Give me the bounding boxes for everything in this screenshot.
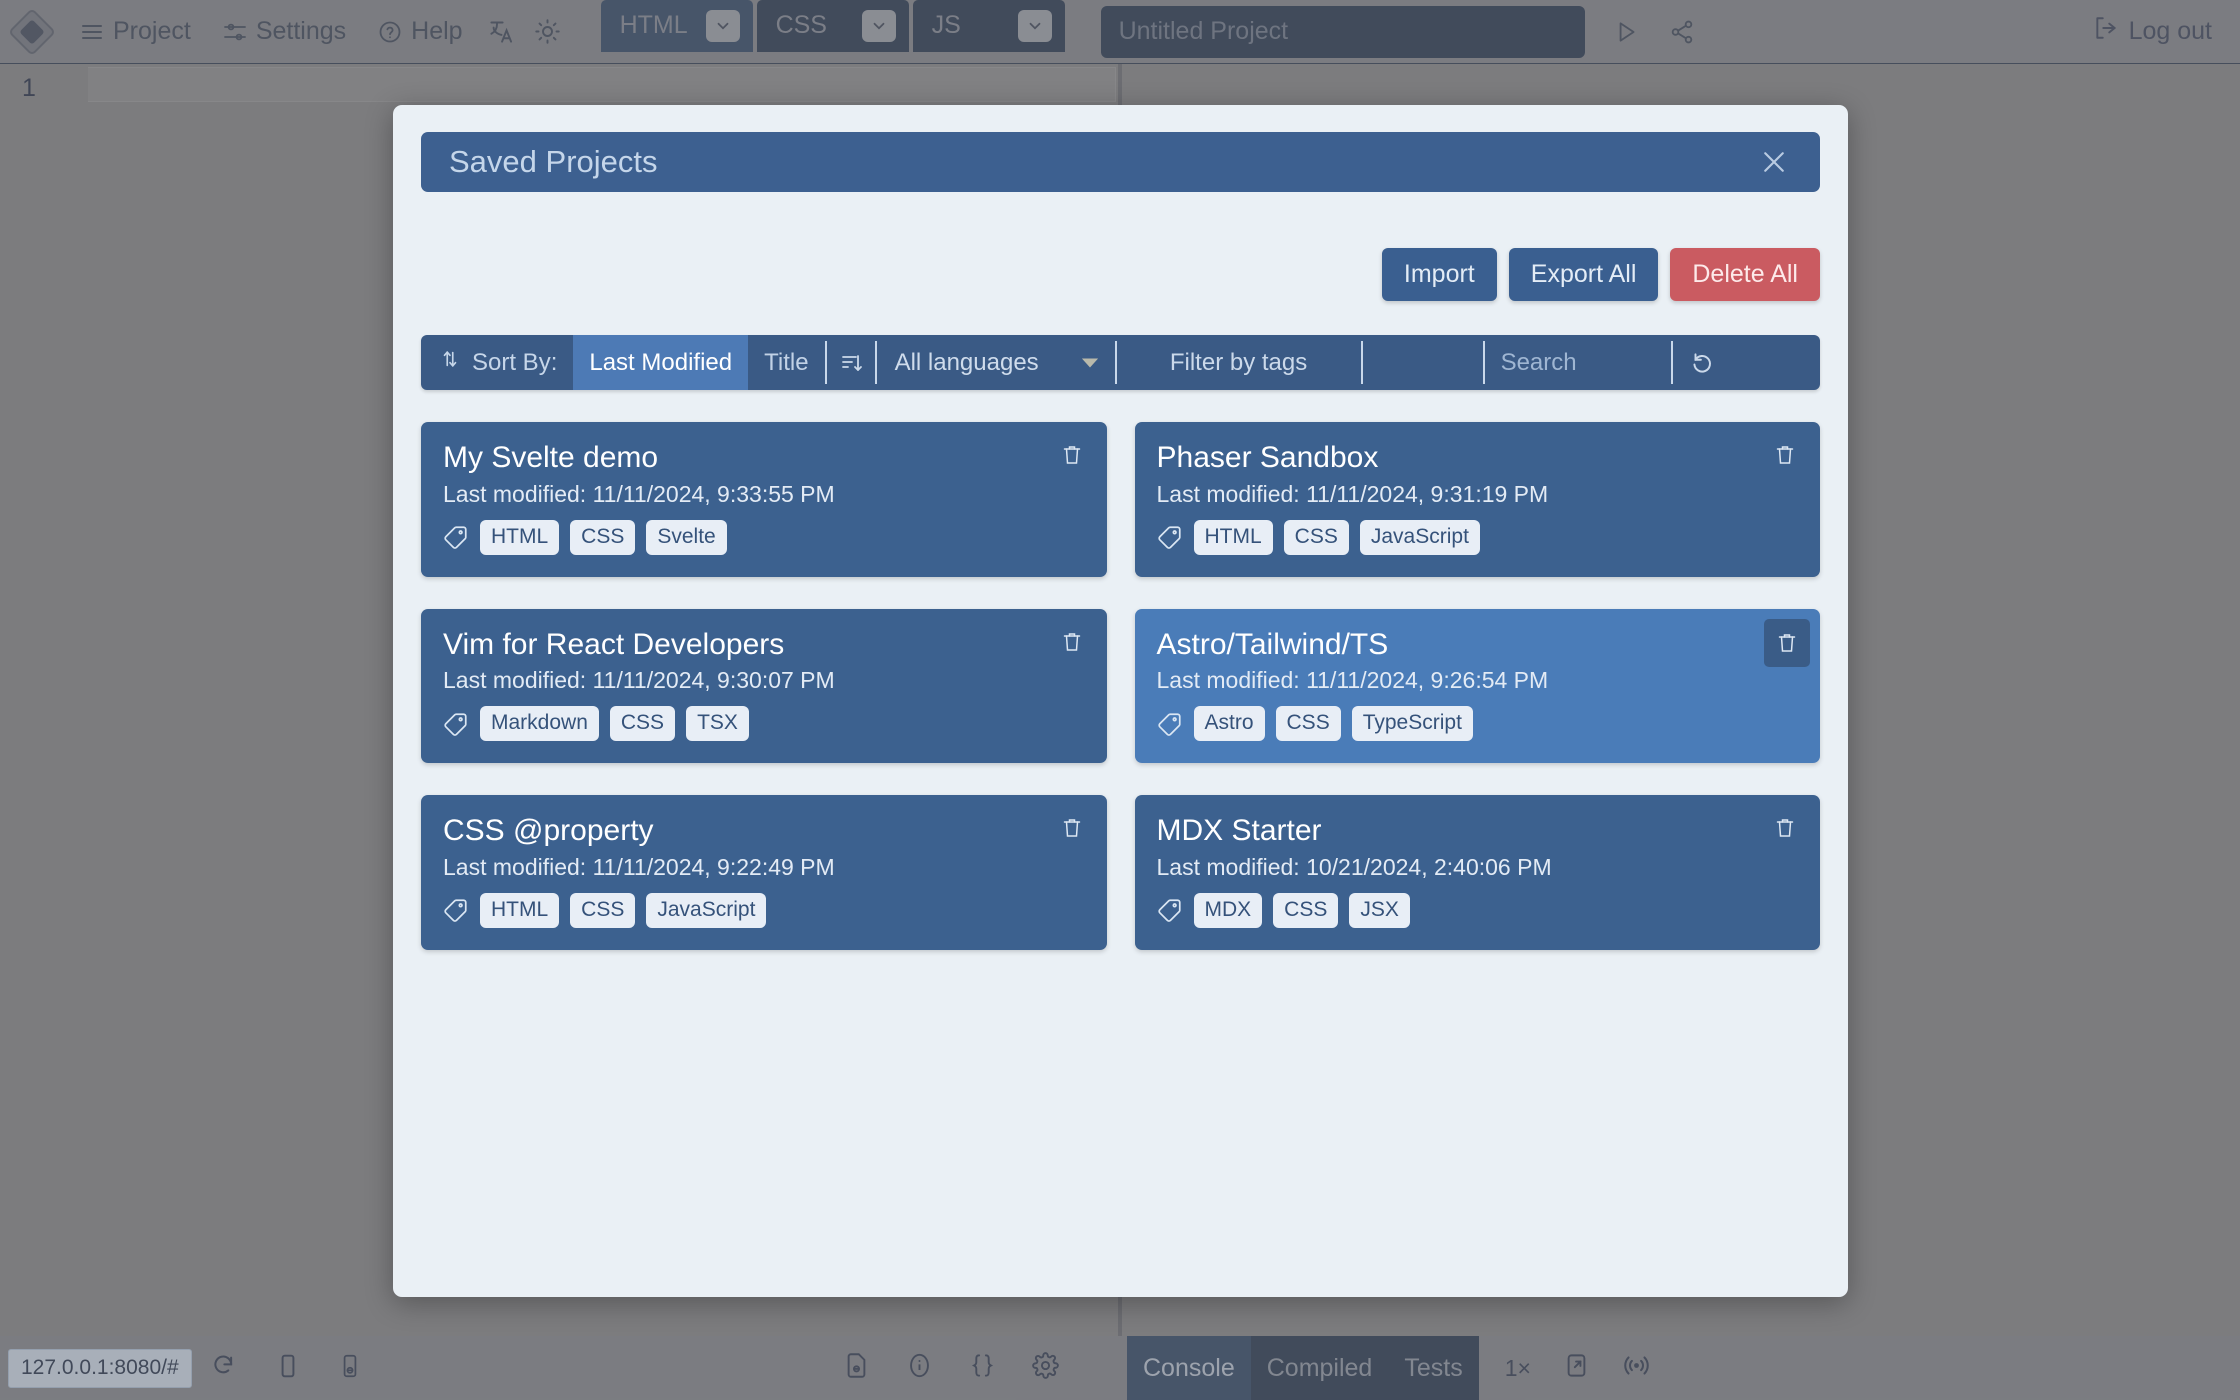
delete-project-button[interactable]	[1764, 618, 1810, 667]
project-last-modified: Last modified: 11/11/2024, 9:30:07 PM	[443, 667, 835, 694]
project-card[interactable]: My Svelte demo Last modified: 11/11/2024…	[421, 422, 1107, 577]
project-tag[interactable]: Astro	[1193, 706, 1265, 742]
project-tag[interactable]: HTML	[1193, 519, 1273, 555]
project-last-modified: Last modified: 11/11/2024, 9:31:19 PM	[1156, 480, 1549, 507]
project-tags: HTML CSS JavaScript	[443, 892, 1085, 928]
project-card[interactable]: Astro/Tailwind/TS Last modified: 11/11/2…	[1134, 608, 1820, 764]
app-root: Project Settings Help HTML CSS JS Untitl…	[0, 0, 2240, 1400]
project-tag[interactable]: JavaScript	[646, 892, 767, 928]
project-tag[interactable]: MDX	[1193, 892, 1263, 928]
close-icon[interactable]	[1752, 140, 1796, 184]
project-tags: MDX CSS JSX	[1157, 892, 1799, 928]
sort-arrows-icon	[439, 348, 461, 377]
project-tag[interactable]: CSS	[1283, 519, 1349, 555]
refresh-icon[interactable]	[1673, 335, 1731, 390]
project-tag[interactable]: JSX	[1349, 892, 1410, 928]
project-tag[interactable]: HTML	[480, 519, 560, 555]
project-tag[interactable]: JavaScript	[1359, 519, 1480, 555]
project-tag[interactable]: CSS	[570, 892, 636, 928]
project-tags: HTML CSS Svelte	[443, 519, 1085, 555]
project-title: Astro/Tailwind/TS	[1156, 627, 1389, 661]
project-tag[interactable]: CSS	[609, 706, 676, 742]
project-tag[interactable]: CSS	[1275, 706, 1341, 742]
project-card[interactable]: Phaser Sandbox Last modified: 11/11/2024…	[1134, 422, 1820, 577]
sort-option-title[interactable]: Title	[748, 335, 824, 390]
language-filter-value: All languages	[894, 348, 1039, 376]
sort-by-label: Sort By:	[472, 348, 558, 376]
search-input[interactable]: Search	[1485, 335, 1671, 390]
project-tag[interactable]: TSX	[686, 706, 749, 742]
project-tag[interactable]: Markdown	[480, 706, 599, 742]
project-tags: HTML CSS JavaScript	[1157, 519, 1799, 555]
tag-icon	[1157, 897, 1183, 923]
tags-input[interactable]	[1363, 335, 1483, 390]
delete-all-button[interactable]: Delete All	[1670, 248, 1820, 301]
project-card[interactable]: CSS @property Last modified: 11/11/2024,…	[421, 795, 1107, 950]
project-title: CSS @property	[443, 814, 654, 848]
tag-icon	[443, 524, 469, 550]
project-card[interactable]: Vim for React Developers Last modified: …	[421, 608, 1107, 764]
tag-icon	[1157, 524, 1183, 550]
project-title: Phaser Sandbox	[1156, 441, 1379, 474]
dialog-actions: Import Export All Delete All	[421, 248, 1820, 301]
tag-icon	[443, 711, 469, 737]
project-tag[interactable]: CSS	[570, 519, 636, 555]
project-tags: Markdown CSS TSX	[443, 706, 1085, 742]
sort-descending-icon[interactable]	[827, 335, 875, 390]
filter-toolbar: Sort By: Last Modified Title All languag…	[421, 335, 1820, 390]
project-title: MDX Starter	[1156, 814, 1322, 848]
delete-project-button[interactable]	[1053, 436, 1091, 474]
project-last-modified: Last modified: 10/21/2024, 2:40:06 PM	[1156, 853, 1552, 880]
project-tag[interactable]: HTML	[480, 892, 560, 928]
export-all-button[interactable]: Export All	[1508, 248, 1659, 301]
projects-grid: My Svelte demo Last modified: 11/11/2024…	[421, 422, 1820, 950]
project-last-modified: Last modified: 11/11/2024, 9:33:55 PM	[443, 480, 835, 507]
project-last-modified: Last modified: 11/11/2024, 9:22:49 PM	[443, 853, 835, 880]
dialog-title: Saved Projects	[449, 144, 658, 179]
delete-project-button[interactable]	[1766, 436, 1804, 474]
search-placeholder: Search	[1500, 348, 1577, 376]
delete-project-button[interactable]	[1766, 809, 1804, 847]
project-tag[interactable]: Svelte	[646, 519, 727, 555]
sort-by-group: Sort By:	[421, 335, 573, 390]
chevron-down-icon	[1081, 349, 1099, 377]
delete-project-button[interactable]	[1053, 809, 1091, 847]
project-tag[interactable]: CSS	[1273, 892, 1339, 928]
project-title: My Svelte demo	[443, 441, 659, 474]
delete-project-button[interactable]	[1053, 623, 1091, 661]
saved-projects-dialog: Saved Projects Import Export All Delete …	[393, 105, 1848, 1297]
project-last-modified: Last modified: 11/11/2024, 9:26:54 PM	[1156, 667, 1549, 694]
tag-icon	[1157, 711, 1183, 737]
project-card[interactable]: MDX Starter Last modified: 10/21/2024, 2…	[1134, 795, 1820, 950]
tag-icon	[443, 897, 469, 923]
dialog-header: Saved Projects	[421, 132, 1820, 192]
sort-option-last-modified[interactable]: Last Modified	[573, 335, 749, 390]
project-tags: Astro CSS TypeScript	[1157, 706, 1799, 742]
import-button[interactable]: Import	[1381, 248, 1497, 301]
project-tag[interactable]: TypeScript	[1351, 706, 1473, 742]
filter-by-tags-label[interactable]: Filter by tags	[1117, 335, 1361, 390]
language-filter-select[interactable]: All languages	[877, 335, 1115, 390]
project-title: Vim for React Developers	[443, 627, 785, 661]
